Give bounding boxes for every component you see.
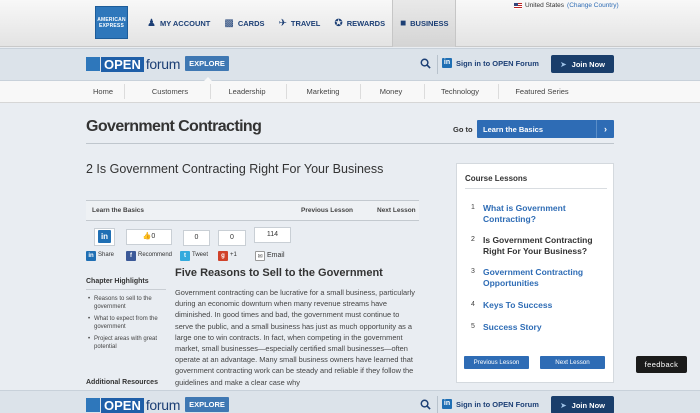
nav-travel[interactable]: ✈ TRAVEL	[272, 0, 328, 47]
list-item: What to expect from the government	[86, 315, 166, 331]
amex-global-bar: AMERICAN EXPRESS ♟ MY ACCOUNT ▩ CARDS ✈ TRA…	[0, 0, 700, 47]
signin-linkedin[interactable]: in Sign in to OPEN Forum	[442, 58, 539, 68]
next-lesson-button[interactable]: Next Lesson	[540, 356, 605, 369]
amex-logo[interactable]: AMERICAN EXPRESS	[95, 6, 128, 39]
email-button[interactable]: ✉ Email	[255, 250, 285, 261]
facebook-icon: f	[126, 250, 136, 261]
highlights-title: Chapter Highlights	[86, 278, 149, 285]
google-plusone-button[interactable]: g +1	[218, 250, 237, 261]
cat-customers[interactable]: Customers	[134, 81, 206, 102]
highlights-list: Reasons to sell to the government What t…	[86, 295, 166, 351]
nav-rewards[interactable]: ✪ REWARDS	[327, 0, 392, 47]
list-item: Reasons to sell to the government	[86, 295, 166, 311]
list-item: Project areas with great potential	[86, 335, 166, 351]
tweet-button[interactable]: t Tweet	[180, 250, 208, 261]
join-icon: ➤	[559, 400, 567, 410]
card-icon: ▩	[224, 18, 234, 29]
course-lessons-title: Course Lessons	[465, 174, 528, 183]
additional-resources-title: Additional Resources	[86, 379, 158, 386]
goto-label: Go to	[453, 125, 473, 134]
country-selector: United States (Change Country)	[514, 2, 619, 9]
email-count-box: 114	[254, 227, 291, 243]
goto-dropdown[interactable]: Learn the Basics ›	[477, 120, 614, 138]
article: Five Reasons to Sell to the Government G…	[175, 267, 419, 388]
page-title: Government Contracting	[86, 118, 262, 135]
divider	[86, 143, 614, 144]
divider	[465, 188, 607, 189]
google-plus-icon: g	[218, 250, 228, 261]
explore-button[interactable]: EXPLORE	[185, 397, 229, 412]
category-nav: Home Customers Leadership Marketing Mone…	[0, 81, 700, 103]
linkedin-icon: in	[442, 399, 452, 409]
cat-marketing[interactable]: Marketing	[290, 81, 356, 102]
linkedin-icon: in	[442, 58, 452, 68]
briefcase-icon: ■	[400, 18, 407, 29]
signin-linkedin[interactable]: in Sign in to OPEN Forum	[442, 399, 539, 409]
linkedin-icon: in	[98, 230, 111, 243]
lesson-link-4[interactable]: 4 Keys To Success	[471, 300, 606, 311]
us-flag-icon	[514, 2, 522, 9]
plane-icon: ✈	[278, 18, 287, 29]
tweet-count-box: 0	[183, 230, 210, 246]
next-lesson-link[interactable]: Next Lesson	[377, 207, 416, 214]
amex-nav: ♟ MY ACCOUNT ▩ CARDS ✈ TRAVEL ✪ REWARDS ■ BUS…	[140, 0, 457, 47]
article-heading: Five Reasons to Sell to the Government	[175, 267, 383, 279]
divider	[437, 396, 438, 413]
fb-count-box: 👍0	[126, 229, 172, 245]
country-name: United States	[525, 2, 565, 9]
search-icon[interactable]	[420, 58, 431, 69]
facebook-recommend-button[interactable]: f Recommend	[126, 250, 172, 261]
divider	[437, 55, 438, 74]
cat-money[interactable]: Money	[364, 81, 418, 102]
previous-lesson-button[interactable]: Previous Lesson	[464, 356, 529, 369]
join-now-button[interactable]: ➤ Join Now	[551, 396, 614, 413]
lesson-link-5[interactable]: 5 Success Story	[471, 322, 606, 333]
rewards-icon: ✪	[334, 18, 343, 29]
nav-my-account[interactable]: ♟ MY ACCOUNT	[140, 0, 217, 47]
join-icon: ➤	[559, 59, 567, 69]
feedback-button[interactable]: feedback	[636, 356, 687, 373]
cat-leadership[interactable]: Leadership	[212, 81, 282, 102]
person-icon: ♟	[147, 18, 156, 29]
explore-button[interactable]: EXPLORE	[185, 56, 229, 71]
forum-header: OPEN forum EXPLORE in Sign in to OPEN Fo…	[0, 48, 700, 81]
lesson-section-link[interactable]: Learn the Basics	[92, 207, 144, 214]
nav-cards[interactable]: ▩ CARDS	[217, 0, 271, 47]
join-now-button[interactable]: ➤ Join Now	[551, 55, 614, 73]
open-forum-logo[interactable]: OPEN forum	[86, 397, 180, 413]
lesson-title: 2 Is Government Contracting Right For Yo…	[86, 162, 384, 176]
plusone-count-box: 0	[218, 230, 246, 246]
amex-mini-logo-icon	[86, 57, 100, 71]
forum-footer-bar: OPEN forum EXPLORE in Sign in to OPEN Fo…	[0, 390, 700, 413]
chapter-highlights: Chapter Highlights Reasons to sell to th…	[86, 278, 166, 355]
divider	[86, 289, 166, 290]
envelope-icon: ✉	[255, 250, 265, 261]
open-forum-logo[interactable]: OPEN forum	[86, 56, 180, 72]
lesson-nav-bar: Learn the Basics Previous Lesson Next Le…	[86, 200, 419, 221]
lesson-link-1[interactable]: 1 What is Government Contracting?	[471, 203, 606, 224]
previous-lesson-link[interactable]: Previous Lesson	[301, 207, 353, 214]
linkedin-icon: in	[86, 250, 96, 261]
cat-technology[interactable]: Technology	[428, 81, 492, 102]
change-country-link[interactable]: (Change Country)	[567, 2, 619, 9]
linkedin-share-button[interactable]: in Share	[86, 250, 114, 261]
article-body: Government contracting can be lucrative …	[175, 288, 415, 387]
nav-pointer	[203, 77, 213, 82]
twitter-icon: t	[180, 250, 190, 261]
search-icon[interactable]	[420, 399, 431, 410]
lesson-link-3[interactable]: 3 Government Contracting Opportunities	[471, 267, 606, 288]
cat-featured-series[interactable]: Featured Series	[504, 81, 580, 102]
linkedin-count-box: in	[94, 228, 115, 246]
amex-mini-logo-icon	[86, 398, 100, 412]
course-lessons-panel: Course Lessons 1 What is Government Contr…	[456, 163, 614, 383]
cat-home[interactable]: Home	[82, 81, 124, 102]
chevron-right-icon: ›	[596, 120, 614, 138]
lesson-link-2-current[interactable]: 2 Is Government Contracting Right For You…	[471, 235, 606, 256]
nav-business[interactable]: ■ BUSINESS	[392, 0, 457, 47]
